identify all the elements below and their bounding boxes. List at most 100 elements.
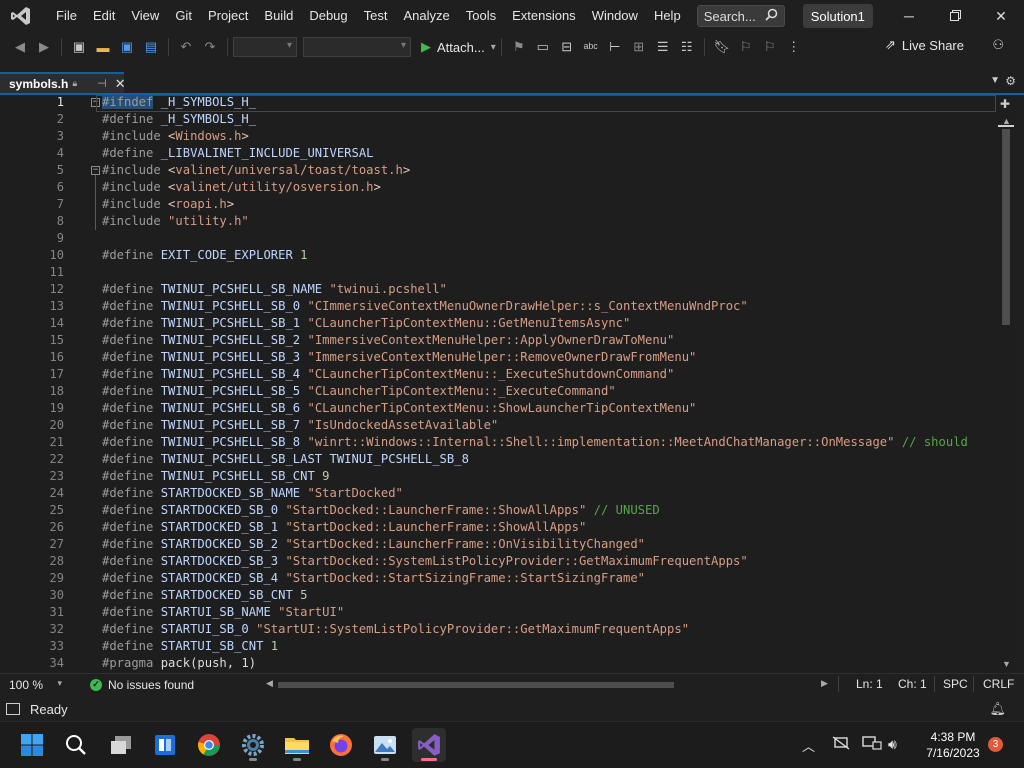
whitespace-mode-status[interactable]: SPC [943, 677, 968, 691]
network-offline-icon[interactable] [832, 736, 850, 753]
menu-debug[interactable]: Debug [301, 0, 355, 32]
indent-icon[interactable]: ☰ [653, 37, 673, 57]
code-line[interactable]: #define STARTDOCKED_SB_4 "StartDocked::S… [102, 570, 645, 587]
notification-count-badge[interactable]: 3 [988, 737, 1003, 752]
menu-analyze[interactable]: Analyze [395, 0, 457, 32]
outdent-icon[interactable]: ☷ [677, 37, 697, 57]
menu-file[interactable]: File [48, 0, 85, 32]
toolbar-overflow-icon[interactable]: ⋮ [784, 37, 804, 57]
code-line[interactable]: #define TWINUI_PCSHELL_SB_NAME "twinui.p… [102, 281, 447, 298]
scroll-right-arrow-icon[interactable]: ▶ [821, 678, 828, 689]
horizontal-scroll-thumb[interactable] [278, 682, 674, 688]
configuration-dropdown[interactable] [233, 37, 297, 57]
open-folder-icon[interactable]: ▬ [93, 37, 113, 57]
code-line[interactable]: #define _H_SYMBOLS_H_ [102, 111, 256, 128]
line-ending-status[interactable]: CRLF [983, 677, 1014, 691]
visual-studio-logo-icon[interactable] [8, 5, 34, 27]
code-line[interactable]: #define TWINUI_PCSHELL_SB_4 "CLauncherTi… [102, 366, 674, 383]
zoom-level-dropdown[interactable]: 100 % [0, 678, 62, 692]
code-line[interactable]: #define TWINUI_PCSHELL_SB_5 "CLauncherTi… [102, 383, 616, 400]
code-line[interactable]: #define TWINUI_PCSHELL_SB_8 "winrt::Wind… [102, 434, 968, 451]
vertical-scroll-thumb[interactable] [1002, 129, 1010, 325]
taskbar-chrome[interactable] [192, 728, 226, 762]
save-icon[interactable]: ▣ [117, 37, 137, 57]
code-line[interactable]: #include <Windows.h> [102, 128, 249, 145]
code-line[interactable]: #define STARTDOCKED_SB_1 "StartDocked::L… [102, 519, 586, 536]
platform-dropdown[interactable] [303, 37, 411, 57]
bookmark-icon[interactable]: 🔖︎ [712, 37, 732, 57]
code-area[interactable]: #ifndef _H_SYMBOLS_H_ #define _H_SYMBOLS_… [102, 95, 1000, 673]
restore-button[interactable] [932, 0, 978, 32]
code-line[interactable]: #define _LIBVALINET_INCLUDE_UNIVERSAL [102, 145, 374, 162]
code-line[interactable]: #include <roapi.h> [102, 196, 234, 213]
undo-icon[interactable]: ↶ [176, 37, 196, 57]
menu-window[interactable]: Window [584, 0, 646, 32]
taskbar-search-button[interactable] [59, 728, 93, 762]
code-line[interactable]: #define TWINUI_PCSHELL_SB_7 "IsUndockedA… [102, 417, 498, 434]
code-editor[interactable]: 1 2 3 4 5 6 7 8 9 10 11 12 13 14 15 16 17 18 19 20 21 22 23 24 2… [0, 95, 1000, 673]
bookmark-prev-icon[interactable]: ⚐ [736, 37, 756, 57]
code-line[interactable]: #ifndef _H_SYMBOLS_H_ [102, 95, 256, 111]
code-line[interactable]: #define TWINUI_PCSHELL_SB_CNT 9 [102, 468, 330, 485]
code-line[interactable]: #define STARTDOCKED_SB_0 "StartDocked::L… [102, 502, 660, 519]
new-project-icon[interactable]: ▣ [69, 37, 89, 57]
menu-tools[interactable]: Tools [458, 0, 504, 32]
menu-test[interactable]: Test [356, 0, 396, 32]
pin-icon[interactable]: ⊣ [97, 77, 107, 90]
step-icon[interactable]: ⊞ [629, 37, 649, 57]
code-line[interactable]: #define STARTDOCKED_SB_3 "StartDocked::S… [102, 553, 748, 570]
scroll-left-arrow-icon[interactable]: ◀ [266, 678, 273, 689]
menu-git[interactable]: Git [167, 0, 200, 32]
code-line[interactable]: #define TWINUI_PCSHELL_SB_1 "CLauncherTi… [102, 315, 630, 332]
feedback-icon[interactable]: ⚇ [992, 37, 1004, 53]
bookmark-next-icon[interactable]: ⚐ [760, 37, 780, 57]
menu-view[interactable]: View [123, 0, 167, 32]
spell-check-icon[interactable]: ᵃᵇᶜ [581, 37, 601, 57]
back-icon[interactable]: ◀ [10, 37, 30, 57]
code-line[interactable]: #define STARTUI_SB_0 "StartUI::SystemLis… [102, 621, 689, 638]
tab-overflow-chevron-icon[interactable]: ▼ [990, 75, 1000, 86]
breakpoint-icon[interactable]: ⊢ [605, 37, 625, 57]
scroll-up-arrow-icon[interactable]: ▲ [1002, 116, 1011, 126]
code-line[interactable]: #define STARTUI_SB_NAME "StartUI" [102, 604, 344, 621]
gear-icon[interactable]: ⚙ [1005, 74, 1016, 88]
attach-button[interactable]: ▶ Attach... ▾ [421, 39, 496, 55]
char-position-status[interactable]: Ch: 1 [898, 677, 927, 691]
solution-name-badge[interactable]: Solution1 [802, 4, 873, 28]
vertical-scrollbar[interactable]: ✚ ▲ ▼ [998, 95, 1014, 673]
code-line[interactable]: #define STARTDOCKED_SB_2 "StartDocked::L… [102, 536, 645, 553]
display-icon[interactable] [862, 736, 882, 753]
tab-symbols-h[interactable]: symbols.h 🔒︎ ⊣ ✕ [0, 72, 126, 93]
save-all-icon[interactable]: ▤ [141, 37, 161, 57]
forward-icon[interactable]: ▶ [34, 37, 54, 57]
issues-indicator[interactable]: ✓ No issues found [90, 678, 194, 692]
code-line[interactable]: #define STARTUI_SB_CNT 1 [102, 638, 278, 655]
task-view-button[interactable] [104, 728, 138, 762]
live-share-button[interactable]: ⇗ Live Share [885, 37, 964, 53]
close-tab-icon[interactable]: ✕ [115, 76, 126, 92]
split-editor-icon[interactable]: ✚ [1000, 97, 1010, 111]
hot-reload-icon[interactable]: ⚑ [509, 37, 529, 57]
taskbar-firefox[interactable] [324, 728, 358, 762]
code-line[interactable]: #define TWINUI_PCSHELL_SB_LAST TWINUI_PC… [102, 451, 469, 468]
collapse-region-icon[interactable]: − [91, 166, 100, 175]
taskbar-photos[interactable] [368, 728, 402, 762]
folder-icon[interactable]: ▭ [533, 37, 553, 57]
code-line[interactable]: #include <valinet/universal/toast/toast.… [102, 162, 410, 179]
close-window-button[interactable]: ✕ [978, 0, 1024, 32]
code-line[interactable]: #define TWINUI_PCSHELL_SB_2 "ImmersiveCo… [102, 332, 674, 349]
code-line[interactable]: #define STARTDOCKED_SB_CNT 5 [102, 587, 307, 604]
search-input[interactable]: Search... [696, 5, 785, 27]
minimize-button[interactable]: ─ [886, 0, 932, 32]
scroll-down-arrow-icon[interactable]: ▼ [1002, 659, 1011, 669]
taskbar-visual-studio[interactable] [412, 728, 446, 762]
code-line[interactable]: #define EXIT_CODE_EXPLORER 1 [102, 247, 307, 264]
menu-edit[interactable]: Edit [85, 0, 123, 32]
code-line[interactable]: #include <valinet/utility/osversion.h> [102, 179, 381, 196]
notification-bell-icon[interactable]: 🔔︎ [989, 701, 1006, 717]
line-number-status[interactable]: Ln: 1 [856, 677, 883, 691]
menu-project[interactable]: Project [200, 0, 256, 32]
menu-extensions[interactable]: Extensions [504, 0, 584, 32]
taskbar-file-explorer[interactable] [280, 728, 314, 762]
code-line[interactable]: #define TWINUI_PCSHELL_SB_3 "ImmersiveCo… [102, 349, 696, 366]
